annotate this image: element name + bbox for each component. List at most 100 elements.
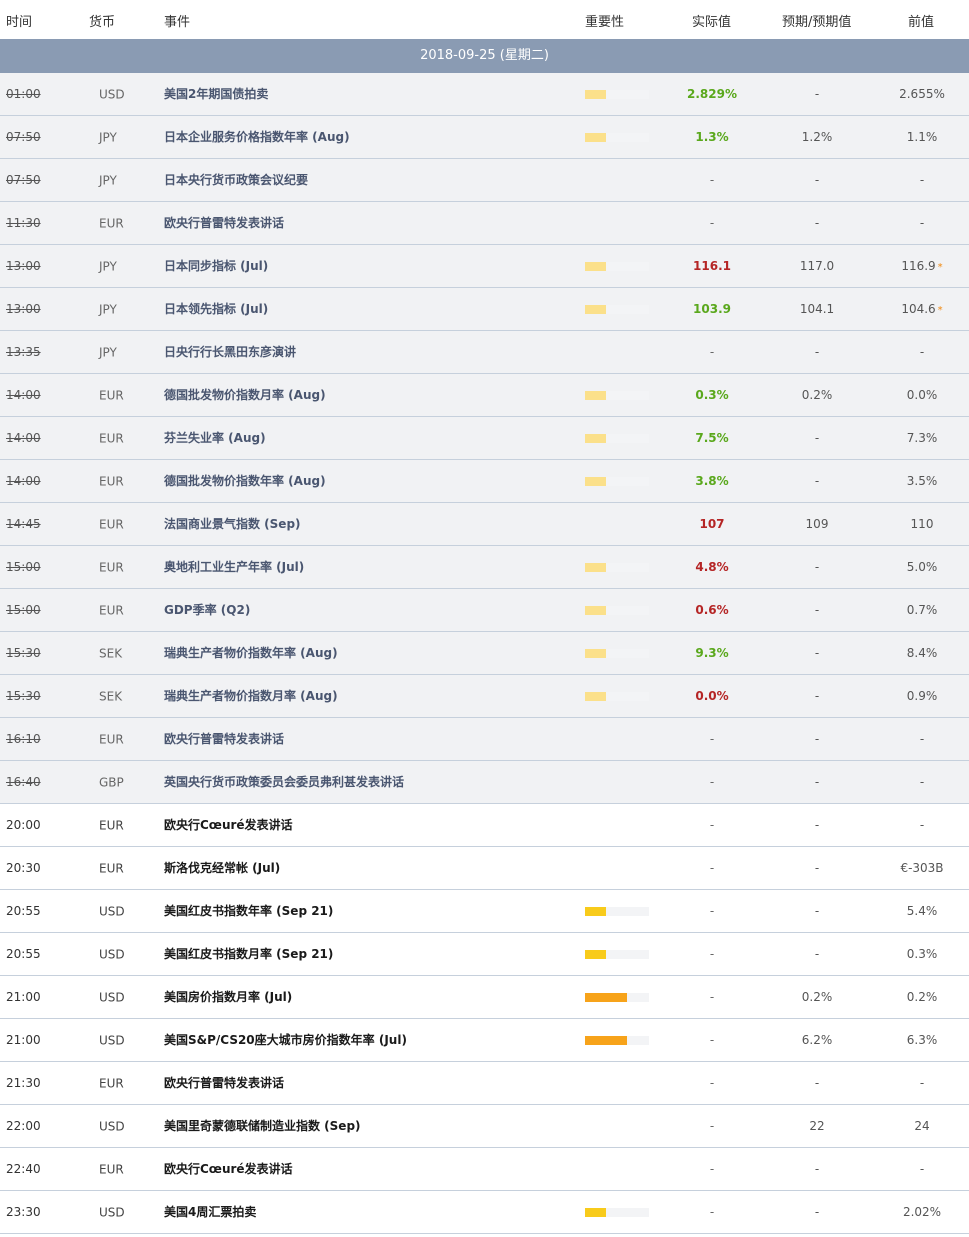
- event-actual: 0.3%: [695, 388, 729, 402]
- event-previous: 0.7%: [870, 589, 969, 631]
- importance-bar: [585, 133, 649, 142]
- event-time: 14:45: [6, 517, 41, 531]
- event-row[interactable]: 16:10 EUR 欧央行普雷特发表讲话 - - -: [0, 718, 969, 761]
- header-currency: 货币: [89, 15, 116, 30]
- header-importance: 重要性: [585, 15, 625, 30]
- event-row[interactable]: 22:00 USD 美国里奇蒙德联储制造业指数 (Sep) - 22 24: [0, 1105, 969, 1148]
- event-title[interactable]: 日本领先指标 (Jul): [164, 288, 268, 330]
- event-title[interactable]: 美国2年期国债拍卖: [164, 73, 268, 115]
- event-title[interactable]: 美国红皮书指数月率 (Sep 21): [164, 933, 333, 975]
- event-title[interactable]: 奥地利工业生产年率 (Jul): [164, 546, 304, 588]
- event-title[interactable]: 美国红皮书指数年率 (Sep 21): [164, 890, 333, 932]
- event-currency: USD: [80, 890, 125, 933]
- event-row[interactable]: 11:30 EUR 欧央行普雷特发表讲话 - - -: [0, 202, 969, 245]
- event-row[interactable]: 01:00 USD 美国2年期国债拍卖 2.829% - 2.655%: [0, 73, 969, 116]
- event-forecast: 109: [805, 517, 829, 531]
- event-title[interactable]: 日央行行长黑田东彦演讲: [164, 331, 296, 373]
- currency-code: USD: [99, 1033, 125, 1048]
- importance-fill: [585, 649, 606, 658]
- event-row[interactable]: 21:30 EUR 欧央行普雷特发表讲话 - - -: [0, 1062, 969, 1105]
- event-row[interactable]: 13:00 JPY 日本同步指标 (Jul) 116.1 117.0 116.9 *: [0, 245, 969, 288]
- event-row[interactable]: 15:30 SEK 瑞典生产者物价指数月率 (Aug) 0.0% - 0.9%: [0, 675, 969, 718]
- event-title[interactable]: 日本企业服务价格指数年率 (Aug): [164, 116, 350, 158]
- event-row[interactable]: 15:00 EUR 奥地利工业生产年率 (Jul) 4.8% - 5.0%: [0, 546, 969, 589]
- event-time: 14:00: [6, 388, 41, 402]
- importance-fill: [585, 391, 606, 400]
- event-forecast: -: [814, 646, 820, 660]
- revised-marker-icon: *: [937, 305, 943, 316]
- event-title[interactable]: 欧央行普雷特发表讲话: [164, 718, 284, 760]
- currency-code: USD: [99, 990, 125, 1005]
- importance-bar: [585, 606, 649, 615]
- currency-code: EUR: [99, 603, 124, 618]
- event-row[interactable]: 14:00 EUR 德国批发物价指数月率 (Aug) 0.3% 0.2% 0.0%: [0, 374, 969, 417]
- event-row[interactable]: 13:35 JPY 日央行行长黑田东彦演讲 - - -: [0, 331, 969, 374]
- event-row[interactable]: 13:00 JPY 日本领先指标 (Jul) 103.9 104.1 104.6 *: [0, 288, 969, 331]
- event-row[interactable]: 20:55 USD 美国红皮书指数月率 (Sep 21) - - 0.3%: [0, 933, 969, 976]
- event-title[interactable]: 瑞典生产者物价指数年率 (Aug): [164, 632, 338, 674]
- event-title[interactable]: 欧央行普雷特发表讲话: [164, 1062, 284, 1104]
- event-row[interactable]: 15:00 EUR GDP季率 (Q2) 0.6% - 0.7%: [0, 589, 969, 632]
- event-title[interactable]: 美国房价指数月率 (Jul): [164, 976, 292, 1018]
- importance-fill: [585, 1036, 627, 1045]
- event-actual: 7.5%: [695, 431, 729, 445]
- event-time: 13:00: [6, 259, 41, 273]
- currency-code: EUR: [99, 1162, 124, 1177]
- event-currency: USD: [80, 976, 125, 1019]
- event-title[interactable]: 欧央行Cœuré发表讲话: [164, 1148, 293, 1190]
- event-title[interactable]: 德国批发物价指数年率 (Aug): [164, 460, 326, 502]
- event-row[interactable]: 07:50 JPY 日本央行货币政策会议纪要 - - -: [0, 159, 969, 202]
- event-row[interactable]: 21:00 USD 美国S&P/CS20座大城市房价指数年率 (Jul) - 6.2% 6…: [0, 1019, 969, 1062]
- event-title[interactable]: 斯洛伐克经常帐 (Jul): [164, 847, 280, 889]
- de-flag-icon: [80, 390, 94, 400]
- event-title[interactable]: 芬兰失业率 (Aug): [164, 417, 266, 459]
- event-row[interactable]: 14:45 EUR 法国商业景气指数 (Sep) 107 109 110: [0, 503, 969, 546]
- event-row[interactable]: 16:40 GBP 英国央行货币政策委员会委员弗利甚发表讲话 - - -: [0, 761, 969, 804]
- currency-code: EUR: [99, 388, 124, 403]
- previous-value: 2.02%: [902, 1205, 942, 1219]
- event-title[interactable]: 德国批发物价指数月率 (Aug): [164, 374, 326, 416]
- event-previous: -: [870, 202, 969, 244]
- event-previous: 8.4%: [870, 632, 969, 674]
- event-time: 15:30: [6, 689, 41, 703]
- previous-value: -: [919, 1162, 925, 1176]
- event-title[interactable]: 美国S&P/CS20座大城市房价指数年率 (Jul): [164, 1019, 407, 1061]
- at-flag-icon: [80, 562, 94, 572]
- currency-code: USD: [99, 904, 125, 919]
- event-row[interactable]: 07:50 JPY 日本企业服务价格指数年率 (Aug) 1.3% 1.2% 1.1%: [0, 116, 969, 159]
- event-title[interactable]: 欧央行Cœuré发表讲话: [164, 804, 293, 846]
- importance-fill: [585, 305, 606, 314]
- event-title[interactable]: 日本同步指标 (Jul): [164, 245, 268, 287]
- event-previous: €-303B: [870, 847, 969, 889]
- importance-bar: [585, 262, 649, 271]
- event-title[interactable]: 法国商业景气指数 (Sep): [164, 503, 301, 545]
- event-row[interactable]: 21:00 USD 美国房价指数月率 (Jul) - 0.2% 0.2%: [0, 976, 969, 1019]
- event-actual: -: [709, 818, 715, 832]
- event-title[interactable]: 英国央行货币政策委员会委员弗利甚发表讲话: [164, 761, 404, 803]
- event-row[interactable]: 20:00 EUR 欧央行Cœuré发表讲话 - - -: [0, 804, 969, 847]
- event-row[interactable]: 22:40 EUR 欧央行Cœuré发表讲话 - - -: [0, 1148, 969, 1191]
- event-title[interactable]: 美国里奇蒙德联储制造业指数 (Sep): [164, 1105, 361, 1147]
- currency-code: EUR: [99, 861, 124, 876]
- event-row[interactable]: 23:30 USD 美国4周汇票拍卖 - - 2.02%: [0, 1191, 969, 1234]
- event-row[interactable]: 20:30 EUR 斯洛伐克经常帐 (Jul) - - €-303B: [0, 847, 969, 890]
- event-previous: 2.02%: [870, 1191, 969, 1233]
- event-time: 01:00: [6, 87, 41, 101]
- event-row[interactable]: 14:00 EUR 芬兰失业率 (Aug) 7.5% - 7.3%: [0, 417, 969, 460]
- event-title[interactable]: GDP季率 (Q2): [164, 589, 250, 631]
- event-forecast: -: [814, 1162, 820, 1176]
- event-row[interactable]: 20:55 USD 美国红皮书指数年率 (Sep 21) - - 5.4%: [0, 890, 969, 933]
- event-title[interactable]: 日本央行货币政策会议纪要: [164, 159, 308, 201]
- event-row[interactable]: 15:30 SEK 瑞典生产者物价指数年率 (Aug) 9.3% - 8.4%: [0, 632, 969, 675]
- event-currency: EUR: [80, 417, 124, 460]
- previous-value: 0.3%: [906, 947, 938, 961]
- event-time: 20:30: [6, 861, 41, 875]
- event-title[interactable]: 瑞典生产者物价指数月率 (Aug): [164, 675, 338, 717]
- event-row[interactable]: 14:00 EUR 德国批发物价指数年率 (Aug) 3.8% - 3.5%: [0, 460, 969, 503]
- importance-fill: [585, 477, 606, 486]
- event-title[interactable]: 美国4周汇票拍卖: [164, 1191, 256, 1233]
- event-previous: 116.9 *: [870, 245, 969, 289]
- previous-value: 2.655%: [899, 87, 945, 101]
- event-previous: 104.6 *: [870, 288, 969, 332]
- event-title[interactable]: 欧央行普雷特发表讲话: [164, 202, 284, 244]
